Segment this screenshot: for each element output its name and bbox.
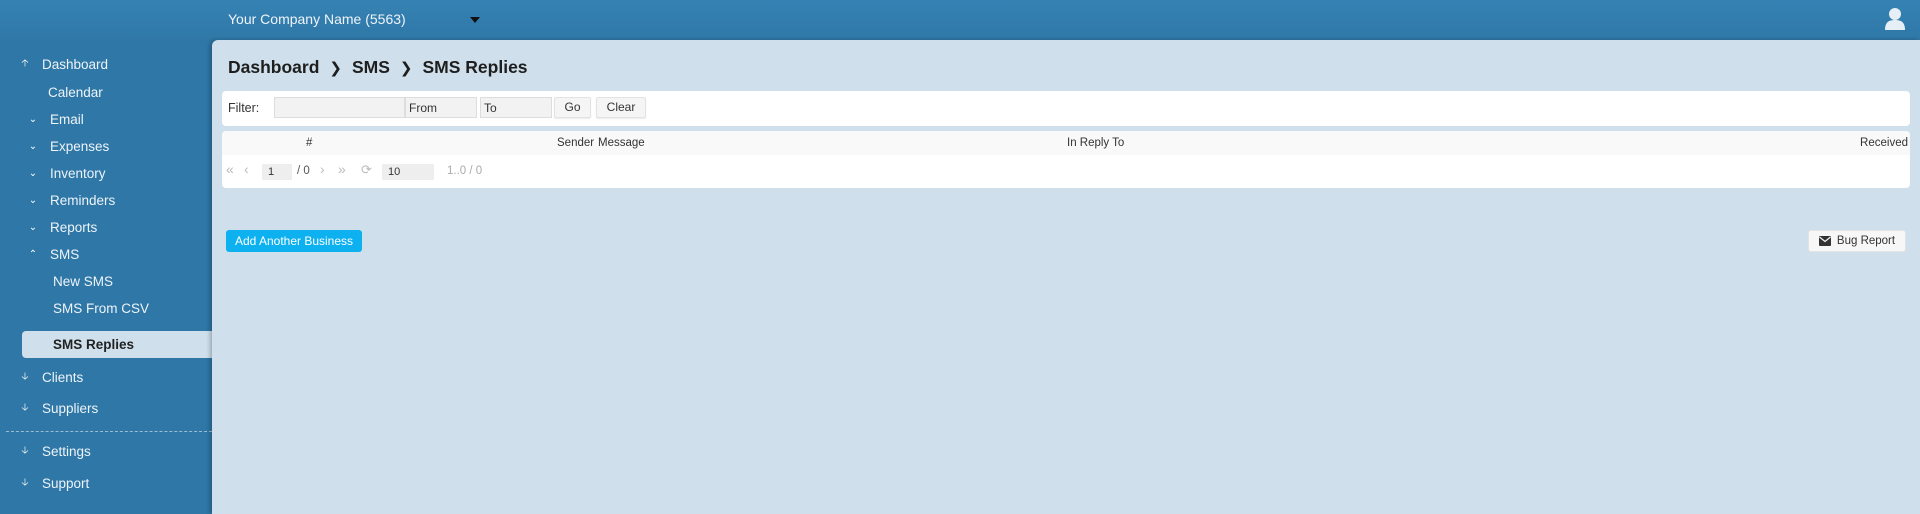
pager: « ‹ 1 / 0 › » ⟳ 10 1..0 / 0 <box>222 155 1910 188</box>
sidebar-item-label: Settings <box>42 443 91 459</box>
sidebar-item-clients[interactable]: 🡣 Clients <box>18 366 83 388</box>
breadcrumb-dashboard[interactable]: Dashboard <box>228 57 319 78</box>
sidebar-item-expenses[interactable]: ⌄ Expenses <box>26 135 110 157</box>
bug-report-label: Bug Report <box>1836 235 1896 247</box>
chevron-down-icon: ⌄ <box>28 140 38 152</box>
total-pages: / 0 <box>297 165 310 177</box>
next-page-icon[interactable]: › <box>320 161 325 177</box>
envelope-icon <box>1818 236 1831 246</box>
chevron-up-icon: ⌃ <box>28 248 38 260</box>
page-size-input[interactable]: 10 <box>382 164 434 180</box>
chevron-right-icon: ❯ <box>399 59 413 77</box>
first-page-icon[interactable]: « <box>226 161 234 177</box>
sidebar-item-label: SMS Replies <box>53 337 135 352</box>
refresh-icon[interactable]: ⟳ <box>361 162 372 178</box>
breadcrumb-sms[interactable]: SMS <box>352 57 390 78</box>
main-content: Dashboard ❯ SMS ❯ SMS Replies Filter: Go… <box>212 40 1920 514</box>
arrow-up-icon: 🡡 <box>21 57 29 69</box>
sidebar-item-new-sms[interactable]: New SMS <box>53 270 113 292</box>
filter-panel: Filter: Go Clear <box>222 91 1910 126</box>
sidebar: 🡡 Dashboard Calendar ⌄ Email ⌄ Expenses … <box>0 40 212 514</box>
go-button[interactable]: Go <box>554 97 591 118</box>
sidebar-item-label: Expenses <box>50 138 110 154</box>
company-selector[interactable]: Your Company Name (5563) <box>228 11 406 27</box>
sidebar-divider <box>6 431 212 432</box>
arrow-down-icon: 🡣 <box>21 370 29 382</box>
sidebar-item-label: Suppliers <box>42 400 99 416</box>
filter-from-input[interactable] <box>405 97 477 118</box>
sidebar-item-label: Reports <box>50 219 98 235</box>
bug-report-button[interactable]: Bug Report <box>1808 230 1906 252</box>
column-sender[interactable]: Sender <box>557 137 594 149</box>
table-header: # Sender Message In Reply To Received <box>222 131 1910 155</box>
breadcrumb-sms-replies: SMS Replies <box>422 57 528 77</box>
arrow-down-icon: 🡣 <box>21 444 29 456</box>
sidebar-item-label: Reminders <box>50 192 116 208</box>
sidebar-item-label: Email <box>50 111 84 127</box>
sidebar-item-email[interactable]: ⌄ Email <box>26 108 84 130</box>
sidebar-item-support[interactable]: 🡣 Support <box>18 472 89 494</box>
prev-page-icon[interactable]: ‹ <box>244 161 249 177</box>
sidebar-item-suppliers[interactable]: 🡣 Suppliers <box>18 397 98 419</box>
arrow-down-icon: 🡣 <box>21 401 29 413</box>
record-range: 1..0 / 0 <box>447 165 483 177</box>
clear-button[interactable]: Clear <box>596 97 646 118</box>
filter-label: Filter: <box>228 101 260 115</box>
sidebar-item-sms-replies[interactable]: SMS Replies <box>22 331 212 358</box>
caret-down-icon[interactable] <box>470 17 480 23</box>
sidebar-item-label: Support <box>42 475 90 491</box>
column-number[interactable]: # <box>306 137 312 149</box>
sidebar-item-reports[interactable]: ⌄ Reports <box>26 216 97 238</box>
sidebar-item-label: Calendar <box>48 84 103 100</box>
sidebar-item-label: New SMS <box>53 273 114 289</box>
sidebar-item-sms-from-csv[interactable]: SMS From CSV <box>53 297 149 319</box>
column-received[interactable]: Received <box>1860 137 1908 149</box>
chevron-down-icon: ⌄ <box>28 113 38 125</box>
sidebar-item-label: Clients <box>42 369 84 385</box>
chevron-right-icon: ❯ <box>329 59 342 77</box>
filter-text-input[interactable] <box>274 97 405 118</box>
last-page-icon[interactable]: » <box>338 161 346 177</box>
chevron-down-icon: ⌄ <box>28 194 38 206</box>
column-message[interactable]: Message <box>598 137 645 149</box>
sidebar-item-reminders[interactable]: ⌄ Reminders <box>26 189 115 211</box>
sidebar-item-label: SMS From CSV <box>53 300 150 316</box>
sidebar-item-label: SMS <box>50 246 80 262</box>
chevron-down-icon: ⌄ <box>28 221 38 233</box>
add-another-business-button[interactable]: Add Another Business <box>226 230 362 252</box>
filter-to-input[interactable] <box>480 97 552 118</box>
sidebar-item-sms[interactable]: ⌃ SMS <box>26 243 79 265</box>
chevron-down-icon: ⌄ <box>28 167 38 179</box>
user-icon[interactable] <box>1884 7 1906 31</box>
page-input[interactable]: 1 <box>262 164 292 180</box>
sidebar-item-settings[interactable]: 🡣 Settings <box>18 440 91 462</box>
sidebar-item-dashboard[interactable]: 🡡 Dashboard <box>18 53 108 75</box>
sidebar-item-inventory[interactable]: ⌄ Inventory <box>26 162 106 184</box>
breadcrumb: Dashboard ❯ SMS ❯ SMS Replies <box>228 57 528 78</box>
sidebar-item-label: Dashboard <box>42 56 109 72</box>
replies-table: # Sender Message In Reply To Received « … <box>222 131 1910 188</box>
top-bar: Your Company Name (5563) <box>0 0 1920 40</box>
arrow-down-icon: 🡣 <box>21 476 29 488</box>
column-in-reply-to[interactable]: In Reply To <box>1067 137 1124 149</box>
sidebar-item-calendar[interactable]: Calendar <box>48 81 103 103</box>
sidebar-item-label: Inventory <box>50 165 106 181</box>
